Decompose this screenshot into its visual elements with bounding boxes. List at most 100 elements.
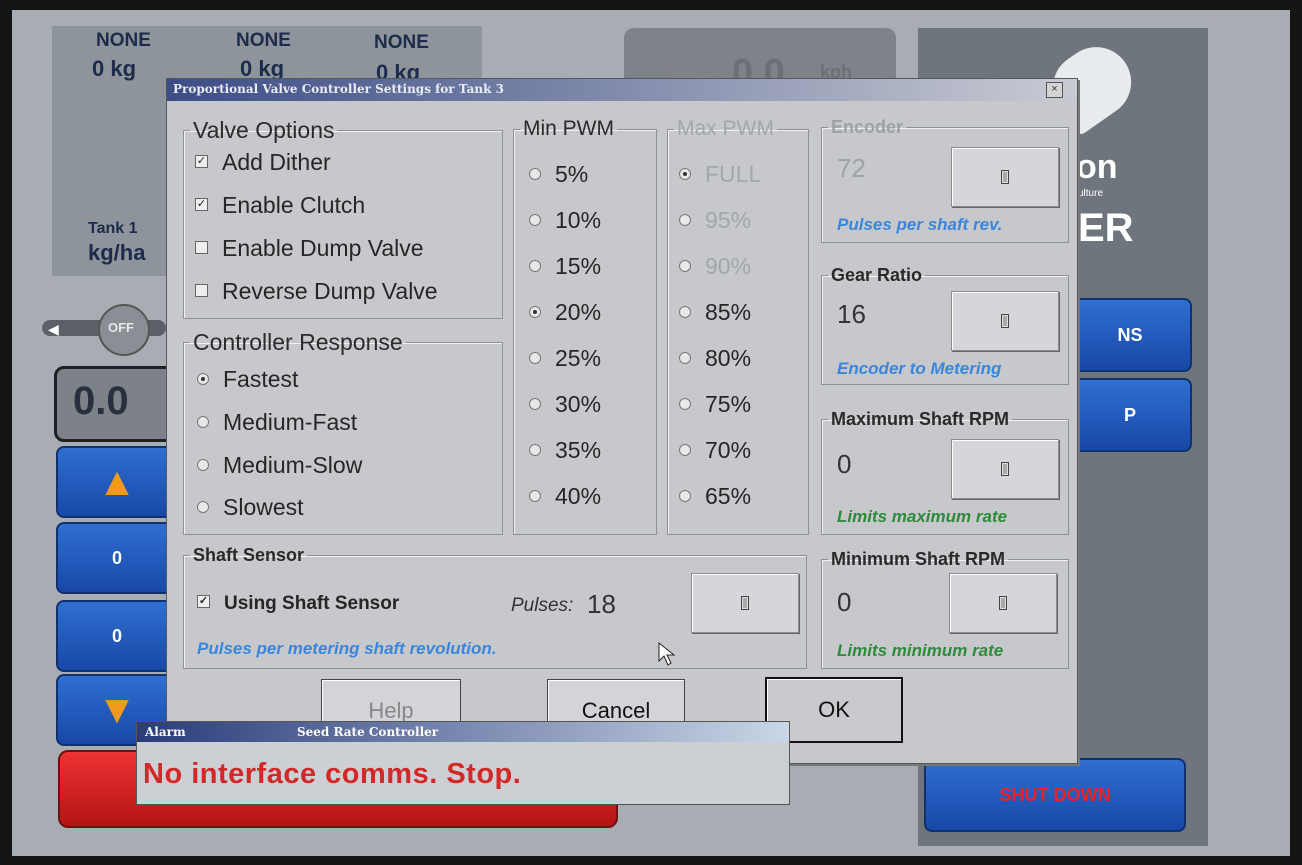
min-shaft-rpm-value: 0 bbox=[837, 587, 852, 617]
counter-value-2: 0 bbox=[111, 625, 122, 646]
checkbox-checked-icon: ✓ bbox=[197, 595, 210, 609]
max-pwm-70[interactable]: 70% bbox=[679, 437, 751, 464]
checkbox-reverse-dump-valve[interactable]: Reverse Dump Valve bbox=[195, 278, 438, 305]
off-toggle[interactable]: ◀ OFF bbox=[42, 304, 166, 356]
min-pwm-label: 35% bbox=[555, 437, 602, 463]
calculator-icon bbox=[999, 596, 1007, 610]
min-shaft-rpm-calculator-button[interactable] bbox=[949, 573, 1057, 633]
counter-button-2[interactable]: 0 bbox=[56, 600, 178, 672]
tank-name-3: NONE bbox=[374, 32, 429, 53]
min-pwm-15[interactable]: 15% bbox=[529, 253, 601, 280]
pulses-calculator-button[interactable] bbox=[691, 573, 799, 633]
alarm-titlebar: Alarm Seed Rate Controller bbox=[137, 722, 789, 742]
up-arrow-icon: ▲ bbox=[97, 459, 137, 504]
arrow-left-icon: ◀ bbox=[48, 321, 59, 337]
max-pwm-75[interactable]: 75% bbox=[679, 391, 751, 418]
tank1-unit: kg/ha bbox=[88, 240, 146, 265]
radio-unselected-icon bbox=[679, 259, 691, 272]
radio-unselected-icon bbox=[679, 305, 691, 318]
max-shaft-rpm-value: 0 bbox=[837, 449, 852, 479]
tank-value-1: 0 kg bbox=[92, 56, 137, 81]
calculator-icon bbox=[1001, 462, 1009, 476]
valve-options-legend: Valve Options bbox=[193, 117, 335, 143]
min-pwm-40[interactable]: 40% bbox=[529, 483, 601, 510]
shaft-sensor-legend: Shaft Sensor bbox=[193, 545, 305, 565]
radio-selected-icon bbox=[529, 305, 541, 318]
checkbox-using-shaft-sensor[interactable]: ✓ Using Shaft Sensor bbox=[197, 593, 399, 615]
min-pwm-30[interactable]: 30% bbox=[529, 391, 601, 418]
brand-text: on bbox=[1076, 148, 1118, 186]
max-shaft-rpm-calculator-button[interactable] bbox=[951, 439, 1059, 499]
side-button-1[interactable]: NS bbox=[1068, 298, 1192, 372]
radio-slowest[interactable]: Slowest bbox=[197, 494, 304, 521]
max-pwm-label: FULL bbox=[705, 161, 762, 187]
min-pwm-20[interactable]: 20% bbox=[529, 299, 601, 326]
alarm-title: Alarm bbox=[145, 725, 186, 739]
radio-medium-fast[interactable]: Medium-Fast bbox=[197, 409, 357, 436]
min-pwm-label: 20% bbox=[555, 299, 602, 325]
encoder-calculator-button[interactable] bbox=[951, 147, 1059, 207]
checkbox-unchecked-icon bbox=[195, 241, 208, 255]
checkbox-add-dither[interactable]: ✓ Add Dither bbox=[195, 149, 331, 176]
side-button-2-label: P bbox=[1123, 404, 1136, 425]
ok-label: OK bbox=[818, 697, 850, 722]
valve-settings-dialog: Proportional Valve Controller Settings f… bbox=[166, 78, 1078, 764]
dialog-title: Proportional Valve Controller Settings f… bbox=[173, 82, 504, 96]
radio-medium-slow[interactable]: Medium-Slow bbox=[197, 452, 362, 479]
radio-unselected-icon bbox=[529, 443, 541, 456]
encoder-value: 72 bbox=[837, 153, 866, 183]
max-pwm-65[interactable]: 65% bbox=[679, 483, 751, 510]
checkbox-enable-clutch[interactable]: ✓ Enable Clutch bbox=[195, 192, 365, 219]
min-pwm-25[interactable]: 25% bbox=[529, 345, 601, 372]
enable-dump-valve-label: Enable Dump Valve bbox=[222, 235, 424, 261]
calculator-icon bbox=[1001, 314, 1009, 328]
radio-unselected-icon bbox=[529, 489, 541, 502]
radio-unselected-icon bbox=[529, 259, 541, 272]
radio-unselected-icon bbox=[197, 500, 209, 513]
shutdown-button[interactable]: SHUT DOWN bbox=[924, 758, 1186, 832]
max-pwm-full[interactable]: FULL bbox=[679, 161, 761, 188]
gear-ratio-calculator-button[interactable] bbox=[951, 291, 1059, 351]
gear-ratio-legend: Gear Ratio bbox=[831, 265, 923, 285]
close-icon[interactable]: × bbox=[1046, 82, 1063, 98]
radio-unselected-icon bbox=[197, 458, 209, 471]
max-pwm-label: 85% bbox=[705, 299, 752, 325]
enable-clutch-label: Enable Clutch bbox=[222, 192, 366, 218]
counter-value-1: 0 bbox=[111, 547, 122, 568]
radio-unselected-icon bbox=[679, 489, 691, 502]
max-pwm-legend: Max PWM bbox=[677, 117, 774, 140]
counter-button-1[interactable]: 0 bbox=[56, 522, 178, 594]
max-pwm-80[interactable]: 80% bbox=[679, 345, 751, 372]
min-pwm-legend: Min PWM bbox=[523, 117, 614, 140]
radio-fastest[interactable]: Fastest bbox=[197, 366, 298, 393]
checkbox-enable-dump-valve[interactable]: Enable Dump Valve bbox=[195, 235, 424, 262]
min-pwm-5[interactable]: 5% bbox=[529, 161, 588, 188]
max-pwm-85[interactable]: 85% bbox=[679, 299, 751, 326]
gear-ratio-hint: Encoder to Metering bbox=[837, 359, 1002, 378]
radio-selected-icon bbox=[679, 167, 691, 180]
gear-ratio-value: 16 bbox=[837, 299, 866, 329]
min-pwm-10[interactable]: 10% bbox=[529, 207, 601, 234]
min-shaft-rpm-legend: Minimum Shaft RPM bbox=[831, 549, 1005, 569]
increase-button[interactable]: ▲ bbox=[56, 446, 178, 518]
radio-unselected-icon bbox=[197, 415, 209, 428]
max-pwm-95[interactable]: 95% bbox=[679, 207, 751, 234]
min-shaft-rpm-hint: Limits minimum rate bbox=[837, 641, 1004, 660]
shaft-sensor-hint: Pulses per metering shaft revolution. bbox=[197, 639, 497, 658]
shutdown-label: SHUT DOWN bbox=[999, 784, 1111, 805]
pulses-value: 18 bbox=[587, 589, 616, 619]
radio-unselected-icon bbox=[529, 351, 541, 364]
alarm-source: Seed Rate Controller bbox=[297, 725, 439, 739]
min-pwm-35[interactable]: 35% bbox=[529, 437, 601, 464]
calculator-icon bbox=[741, 596, 749, 610]
side-button-2[interactable]: P bbox=[1068, 378, 1192, 452]
max-pwm-label: 70% bbox=[705, 437, 752, 463]
using-shaft-sensor-label: Using Shaft Sensor bbox=[224, 593, 400, 614]
radio-unselected-icon bbox=[679, 213, 691, 226]
max-pwm-90[interactable]: 90% bbox=[679, 253, 751, 280]
max-pwm-label: 90% bbox=[705, 253, 752, 279]
add-dither-label: Add Dither bbox=[222, 149, 331, 175]
medium-fast-label: Medium-Fast bbox=[223, 409, 358, 435]
brand-small-text: ulture bbox=[1078, 188, 1104, 199]
min-pwm-label: 30% bbox=[555, 391, 602, 417]
